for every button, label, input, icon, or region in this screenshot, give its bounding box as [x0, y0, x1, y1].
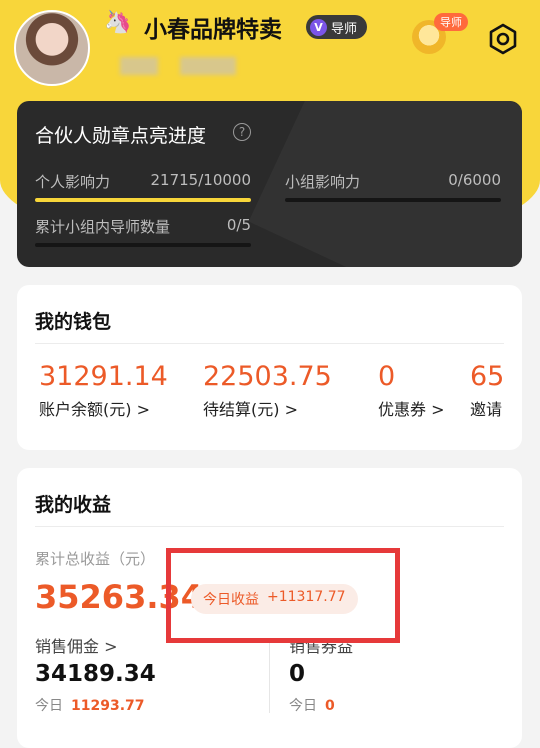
wallet-item-invite[interactable]: 65 邀请	[470, 361, 504, 420]
other-today: 今日 0	[289, 698, 335, 714]
metric-tutor-count: 累计小组内导师数量 0/5	[35, 216, 251, 247]
metric-personal-influence: 个人影响力 21715/10000	[35, 171, 252, 202]
avatar[interactable]	[14, 10, 90, 86]
v-badge-icon: V	[310, 18, 327, 36]
chevron-right-icon: >	[431, 400, 445, 419]
chevron-right-icon: >	[284, 400, 298, 419]
wallet-card: 我的钱包 31291.14 账户余额(元) > 22503.75 待结算(元) …	[17, 285, 522, 450]
progress-title: 合伙人勋章点亮进度	[35, 125, 207, 147]
chevron-right-icon: >	[136, 400, 150, 419]
username: 小春品牌特卖	[144, 17, 282, 43]
coupons-amount: 0	[378, 361, 396, 392]
metric-value: 21715/10000	[150, 171, 252, 189]
balance-label: 账户余额(元) >	[39, 400, 150, 419]
tutor-badge: V 导师	[306, 15, 368, 39]
blurred-info	[180, 57, 236, 75]
sales-commission-amount: 34189.34	[35, 661, 156, 687]
progress-fill	[35, 198, 251, 202]
invite-amount: 65	[470, 361, 505, 392]
blurred-info	[120, 57, 158, 75]
wallet-title: 我的钱包	[35, 311, 112, 333]
progress-track	[285, 198, 501, 202]
metric-value: 0/6000	[448, 171, 501, 189]
balance-amount: 31291.14	[39, 361, 168, 392]
other-earnings-amount: 0	[289, 661, 306, 687]
divider	[35, 526, 504, 527]
wallet-item-coupons[interactable]: 0 优惠券 >	[378, 361, 445, 420]
wallet-item-pending[interactable]: 22503.75 待结算(元) >	[203, 361, 332, 420]
earnings-card: 我的收益 累计总收益（元） 35263.34 今日收益 +11317.77 销售…	[17, 468, 522, 748]
today-earnings-amount: +11317.77	[267, 589, 346, 605]
progress-track	[35, 198, 251, 202]
gear-icon[interactable]	[486, 22, 520, 56]
vertical-divider	[269, 638, 270, 713]
today-earnings-pill: 今日收益 +11317.77	[191, 584, 358, 614]
unicorn-emoji: 🦄	[104, 10, 132, 35]
partner-progress-card: 合伙人勋章点亮进度 ? 个人影响力 21715/10000 小组影响力 0/60…	[17, 101, 522, 267]
metric-label: 累计小组内导师数量	[35, 218, 171, 236]
divider	[35, 343, 504, 344]
progress-track	[35, 243, 251, 247]
tutor-badge-label: 导师	[331, 21, 358, 37]
wallet-item-balance[interactable]: 31291.14 账户余额(元) >	[39, 361, 168, 420]
earnings-title: 我的收益	[35, 494, 112, 516]
pending-amount: 22503.75	[203, 361, 332, 392]
coupons-label: 优惠券 >	[378, 400, 445, 419]
help-icon[interactable]: ?	[233, 123, 251, 141]
total-earnings-label: 累计总收益（元）	[35, 550, 156, 568]
metric-label: 小组影响力	[285, 173, 361, 191]
metric-value: 0/5	[226, 216, 251, 234]
other-earnings-label[interactable]: 销售券益	[289, 633, 353, 657]
today-earnings-label: 今日收益	[203, 592, 259, 608]
sales-today: 今日 11293.77	[35, 698, 145, 714]
metric-group-influence: 小组影响力 0/6000	[285, 171, 501, 202]
metric-label: 个人影响力	[35, 173, 111, 191]
pending-label: 待结算(元) >	[203, 400, 298, 419]
chevron-right-icon: >	[104, 637, 118, 656]
total-earnings-amount: 35263.34	[35, 578, 204, 616]
sales-commission-link[interactable]: 销售佣金 >	[35, 633, 118, 657]
medal-tag: 导师	[434, 13, 468, 31]
invite-label: 邀请	[470, 400, 503, 419]
